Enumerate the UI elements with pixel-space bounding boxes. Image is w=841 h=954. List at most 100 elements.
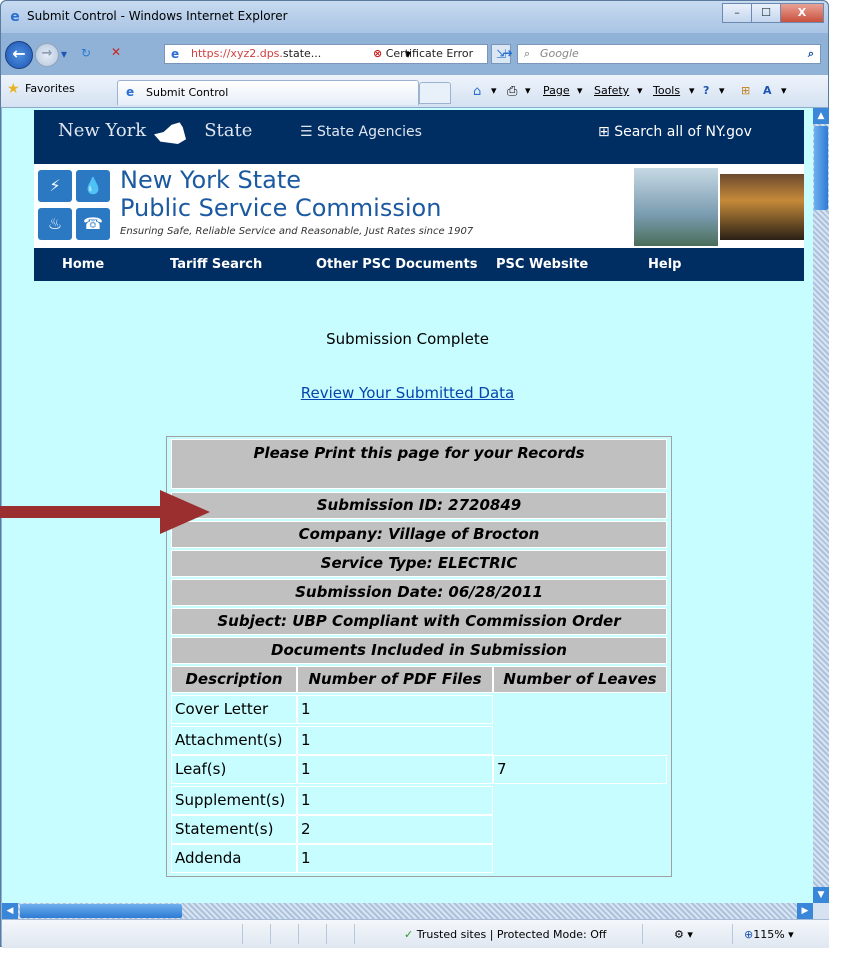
nav-help[interactable]: Help bbox=[648, 257, 681, 272]
home-dropdown-icon[interactable]: ▾ bbox=[491, 84, 497, 97]
browser-window: e Submit Control - Windows Internet Expl… bbox=[0, 0, 829, 948]
address-field[interactable]: e https://xyz2.dps.state... ▾ ⊗ Certific… bbox=[164, 44, 488, 64]
zoom-icon: ⊕ bbox=[744, 928, 754, 941]
documents-heading: Documents Included in Submission bbox=[171, 637, 667, 664]
home-icon[interactable]: ⌂ bbox=[473, 84, 481, 99]
help-icon[interactable]: ? bbox=[703, 84, 709, 97]
search-button-icon[interactable]: ⌕ bbox=[808, 45, 814, 63]
certificate-error-button[interactable]: ⊗ Certificate Error bbox=[373, 45, 473, 63]
maximize-button[interactable]: ☐ bbox=[751, 3, 781, 23]
row-description: Cover Letter bbox=[171, 695, 297, 724]
security-zone[interactable]: ✓ Trusted sites | Protected Mode: Off bbox=[404, 928, 606, 941]
stop-icon[interactable]: ✕ bbox=[111, 45, 121, 59]
ie-logo-icon: e bbox=[10, 9, 20, 25]
vertical-scrollbar[interactable]: ▲ ▼ bbox=[813, 108, 829, 903]
title-bar: e Submit Control - Windows Internet Expl… bbox=[1, 1, 828, 33]
horizontal-scroll-thumb[interactable] bbox=[20, 904, 182, 918]
favorites-button[interactable]: Favorites bbox=[25, 82, 75, 95]
nav-home[interactable]: Home bbox=[62, 257, 104, 272]
error-icon: ⊗ bbox=[373, 47, 383, 60]
row-description: Addenda bbox=[171, 844, 297, 873]
gas-flame-icon: ♨ bbox=[38, 208, 72, 240]
annotation-arrow bbox=[0, 490, 210, 534]
page-menu-arrow-icon: ▾ bbox=[577, 84, 583, 97]
close-button[interactable]: X bbox=[780, 3, 824, 23]
horizontal-scrollbar[interactable]: ◀ ▶ bbox=[2, 903, 813, 919]
checkmark-icon: ✓ bbox=[404, 928, 414, 941]
zoom-value: 115% bbox=[753, 928, 785, 941]
search-all-nygov-link[interactable]: ⊞ Search all of NY.gov bbox=[598, 124, 752, 140]
nav-other-psc-documents[interactable]: Other PSC Documents bbox=[316, 257, 477, 272]
status-divider bbox=[326, 924, 327, 944]
city-skyline-photo bbox=[720, 174, 804, 240]
favorites-bar: ★ Favorites e Submit Control ⌂ ▾ ⎙ ▾ Pag… bbox=[1, 75, 828, 108]
print-dropdown-icon[interactable]: ▾ bbox=[525, 84, 531, 97]
row-description: Supplement(s) bbox=[171, 786, 297, 815]
solar-house-photo bbox=[634, 168, 718, 246]
status-bar: ✓ Trusted sites | Protected Mode: Off ⚙ … bbox=[2, 919, 829, 948]
row-pdf-files: 1 bbox=[297, 695, 493, 724]
row-description: Leaf(s) bbox=[171, 755, 297, 784]
row-pdf-files: 2 bbox=[297, 815, 493, 844]
research-icon[interactable]: ⊞ bbox=[741, 84, 750, 97]
col-description: Description bbox=[171, 666, 297, 693]
row-pdf-files: 1 bbox=[297, 755, 493, 784]
search-provider-icon: ⌕ bbox=[524, 47, 531, 60]
scroll-left-arrow-icon[interactable]: ◀ bbox=[2, 903, 18, 919]
status-divider bbox=[642, 924, 643, 944]
page-menu[interactable]: Page bbox=[543, 84, 570, 97]
row-leaves: 7 bbox=[493, 755, 667, 784]
minimize-button[interactable]: – bbox=[722, 3, 752, 23]
url-prefix: https://xyz2.dps. bbox=[191, 47, 283, 60]
new-tab-button[interactable] bbox=[419, 82, 451, 104]
search-input[interactable]: ⌕ Google ⌕ bbox=[517, 44, 821, 64]
row-pdf-files: 1 bbox=[297, 726, 493, 755]
safety-menu[interactable]: Safety bbox=[594, 84, 629, 97]
scroll-down-arrow-icon[interactable]: ▼ bbox=[813, 887, 829, 903]
row-pdf-files: 1 bbox=[297, 844, 493, 873]
print-icon[interactable]: ⎙ bbox=[507, 84, 517, 99]
plus-box-icon: ⊞ bbox=[598, 124, 610, 140]
certificate-error-label: Certificate Error bbox=[385, 47, 474, 60]
refresh-icon[interactable]: ↻ bbox=[81, 46, 91, 60]
psc-title-line1: New York State bbox=[120, 166, 302, 194]
vertical-scroll-thumb[interactable] bbox=[814, 126, 828, 210]
recent-pages-icon[interactable]: ▾ bbox=[61, 47, 67, 61]
nys-header: New York State ☰ State Agencies ⊞ Search … bbox=[34, 110, 804, 164]
help-dropdown-icon[interactable]: ▾ bbox=[719, 84, 725, 97]
submission-date: Submission Date: 06/28/2011 bbox=[171, 579, 667, 606]
psc-banner: ⚡ 💧 ♨ ☎ New York State Public Service Co… bbox=[34, 164, 804, 248]
search-placeholder: Google bbox=[540, 47, 579, 60]
back-button[interactable]: ← bbox=[5, 41, 33, 69]
popup-blocker-icon[interactable]: ⚙ ▾ bbox=[674, 928, 693, 941]
forward-button[interactable]: → bbox=[35, 43, 59, 67]
favorites-star-icon: ★ bbox=[7, 81, 20, 97]
col-pdf-files: Number of PDF Files bbox=[297, 666, 493, 693]
scroll-up-arrow-icon[interactable]: ▲ bbox=[813, 108, 829, 124]
tab-label: Submit Control bbox=[146, 86, 229, 99]
translate-icon[interactable]: A bbox=[763, 84, 772, 97]
translate-dropdown-icon[interactable]: ▾ bbox=[781, 84, 787, 97]
submission-records-table: Please Print this page for your Records … bbox=[166, 436, 672, 877]
status-divider bbox=[242, 924, 243, 944]
state-agencies-label: State Agencies bbox=[317, 124, 422, 140]
review-submitted-data-link[interactable]: Review Your Submitted Data bbox=[2, 384, 813, 402]
row-pdf-files: 1 bbox=[297, 786, 493, 815]
tools-menu-arrow-icon: ▾ bbox=[689, 84, 695, 97]
scroll-right-arrow-icon[interactable]: ▶ bbox=[797, 903, 813, 919]
submission-status: Submission Complete bbox=[326, 330, 489, 348]
address-toolbar: ← → ▾ ↻ ✕ e https://xyz2.dps.state... ▾ … bbox=[1, 33, 828, 75]
tools-menu[interactable]: Tools bbox=[653, 84, 680, 97]
state-agencies-link[interactable]: ☰ State Agencies bbox=[300, 124, 422, 140]
tab-submit-control[interactable]: e Submit Control bbox=[117, 80, 419, 105]
arrow-head bbox=[160, 490, 210, 534]
nav-tariff-search[interactable]: Tariff Search bbox=[170, 257, 262, 272]
nav-psc-website[interactable]: PSC Website bbox=[496, 257, 588, 272]
search-all-label: Search all of NY.gov bbox=[614, 124, 752, 140]
status-divider bbox=[270, 924, 271, 944]
review-link-text[interactable]: Review Your Submitted Data bbox=[301, 384, 515, 402]
nys-logo[interactable]: New York State bbox=[58, 120, 252, 141]
zoom-level[interactable]: ⊕115% ▾ bbox=[744, 928, 794, 941]
col-leaves: Number of Leaves bbox=[493, 666, 667, 693]
go-arrow-icon[interactable]: ➜ bbox=[501, 44, 515, 64]
